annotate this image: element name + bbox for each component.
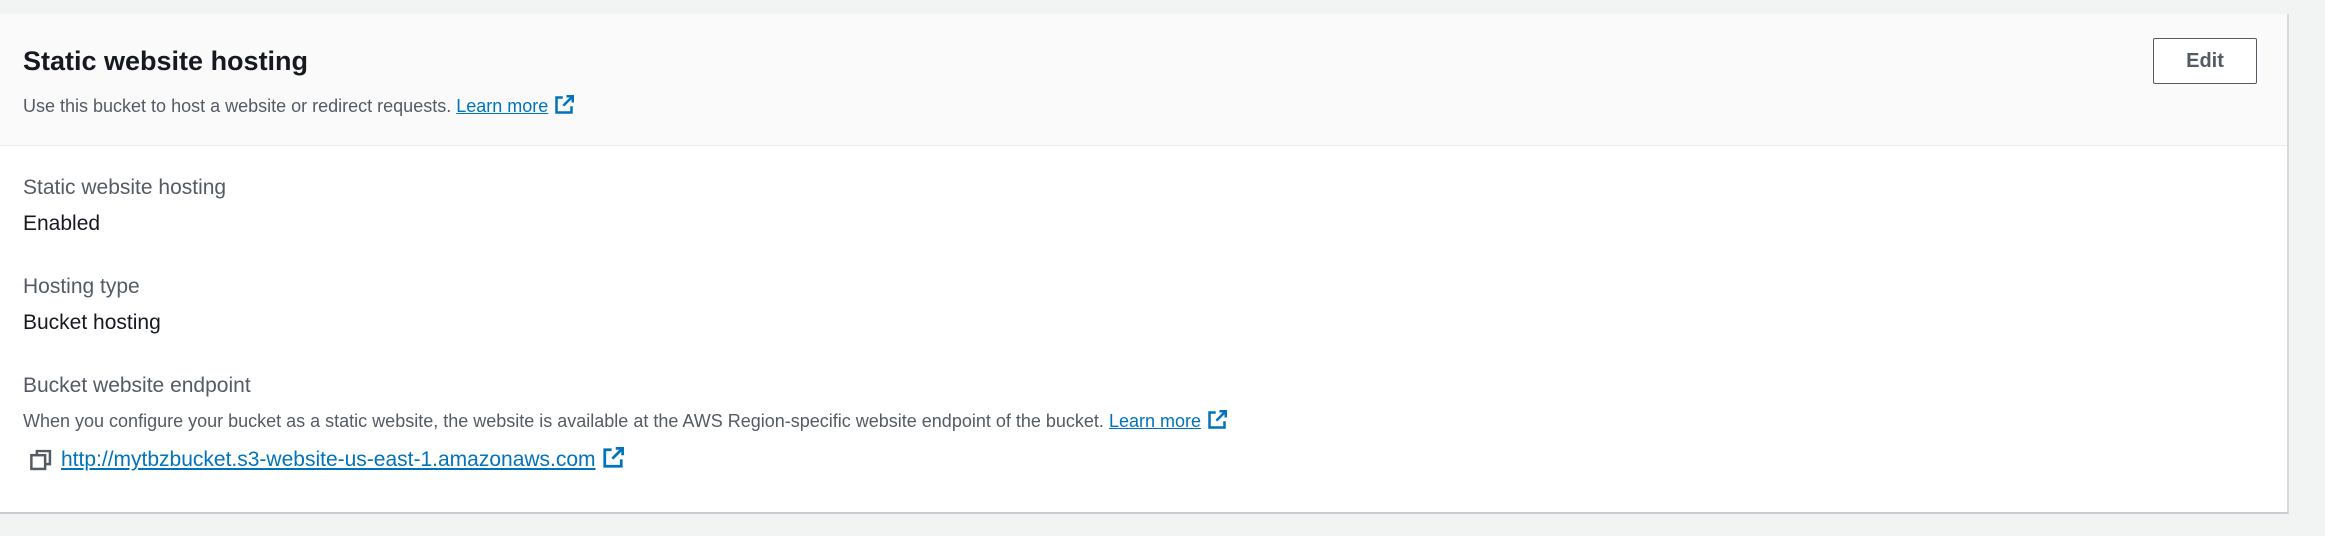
external-link-icon [602,447,624,469]
edit-button[interactable]: Edit [2153,38,2257,84]
panel-description: Use this bucket to host a website or red… [23,93,575,119]
endpoint-row: http://mytbzbucket.s3-website-us-east-1.… [30,444,624,476]
endpoint-url-text: http://mytbzbucket.s3-website-us-east-1.… [61,448,596,471]
panel-header: Static website hosting Use this bucket t… [0,14,2287,146]
learn-more-label: Learn more [456,96,549,116]
panel-description-text: Use this bucket to host a website or red… [23,96,452,116]
endpoint-description-text: When you configure your bucket as a stat… [23,411,1104,431]
bucket-website-endpoint-link[interactable]: http://mytbzbucket.s3-website-us-east-1.… [61,446,624,474]
hosting-type-value: Bucket hosting [23,311,161,334]
learn-more-link[interactable]: Learn more [456,95,575,116]
external-link-icon [555,95,575,114]
endpoint-description: When you configure your bucket as a stat… [23,408,1228,434]
endpoint-learn-more-label: Learn more [1108,411,1202,431]
hosting-type-label: Hosting type [23,275,140,298]
endpoint-learn-more-link[interactable]: Learn more [1108,410,1228,431]
static-website-hosting-value: Enabled [23,212,101,235]
bucket-website-endpoint-label: Bucket website endpoint [23,374,251,397]
panel-title: Static website hosting [23,46,309,76]
copy-icon[interactable] [30,449,52,471]
static-website-hosting-panel: Static website hosting Use this bucket t… [0,14,2289,514]
external-link-icon [1208,410,1228,429]
static-website-hosting-label: Static website hosting [23,176,227,199]
